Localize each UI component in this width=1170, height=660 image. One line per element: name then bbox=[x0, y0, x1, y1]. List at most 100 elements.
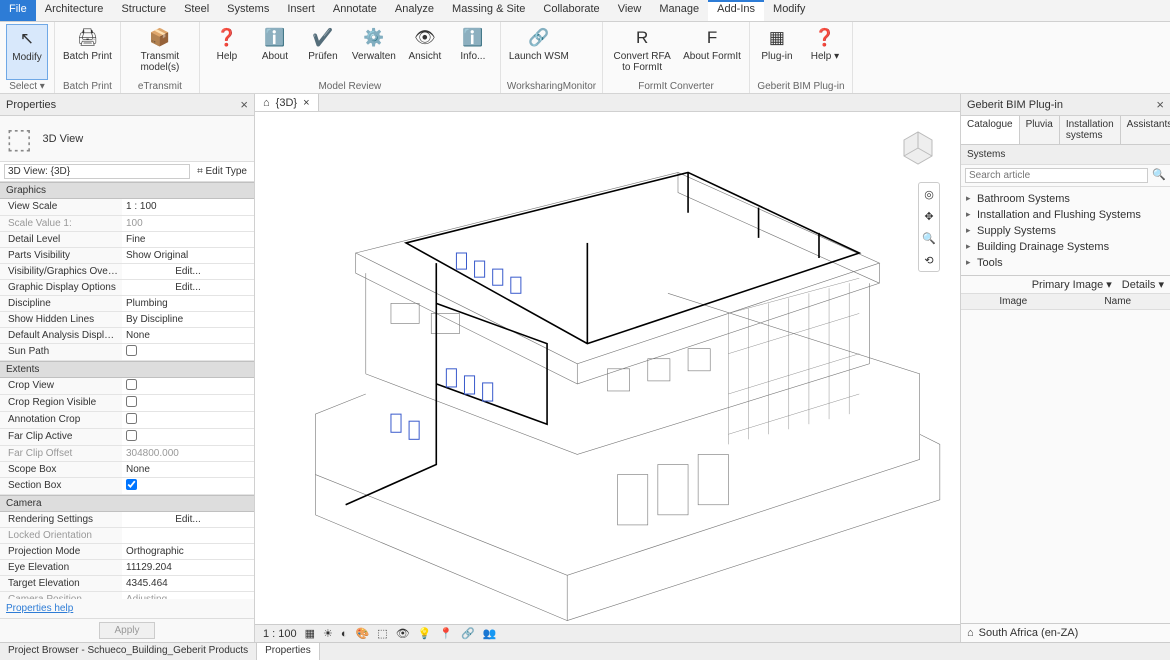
prop-value[interactable]: Show Original bbox=[122, 247, 254, 263]
prop-value[interactable]: Adjusting bbox=[122, 592, 254, 600]
pan-icon[interactable]: ✥ bbox=[924, 210, 933, 223]
ribbon-convert-rfa-to-formit[interactable]: RConvert RFA to FormIt bbox=[609, 24, 675, 80]
tree-bathroom[interactable]: Bathroom Systems bbox=[963, 191, 1168, 207]
nav-bar[interactable]: ◎ ✥ 🔍 ⟲ bbox=[918, 182, 940, 272]
ribbon-icon: ❓ bbox=[213, 26, 241, 50]
tab-systems[interactable]: Systems bbox=[218, 0, 278, 21]
tab-architecture[interactable]: Architecture bbox=[36, 0, 113, 21]
tab-pluvia[interactable]: Pluvia bbox=[1020, 116, 1060, 144]
prop-value[interactable]: Edit... bbox=[122, 263, 254, 279]
ribbon-verwalten[interactable]: ⚙️Verwalten bbox=[350, 24, 398, 80]
home-icon: ⌂ bbox=[263, 97, 270, 109]
tab-modify[interactable]: Modify bbox=[764, 0, 814, 21]
close-icon[interactable]: × bbox=[303, 97, 309, 109]
prop-value[interactable] bbox=[122, 343, 254, 360]
tab-analyze[interactable]: Analyze bbox=[386, 0, 443, 21]
ribbon-help[interactable]: ❓Help bbox=[206, 24, 248, 80]
ribbon-group-label: Model Review bbox=[206, 80, 494, 93]
prop-value[interactable]: Plumbing bbox=[122, 295, 254, 311]
tab-manage[interactable]: Manage bbox=[650, 0, 708, 21]
primary-image-dropdown[interactable]: Primary Image ▾ bbox=[1032, 278, 1112, 291]
prop-value[interactable]: Orthographic bbox=[122, 544, 254, 560]
ribbon-pr-fen[interactable]: ✔️Prüfen bbox=[302, 24, 344, 80]
ribbon-group-label: Select ▾ bbox=[6, 80, 48, 93]
ribbon-label: Ansicht bbox=[408, 51, 441, 62]
tab-steel[interactable]: Steel bbox=[175, 0, 218, 21]
tab-assistants[interactable]: Assistants bbox=[1121, 116, 1170, 144]
prop-value[interactable] bbox=[122, 428, 254, 445]
tab-massing[interactable]: Massing & Site bbox=[443, 0, 534, 21]
view-cube[interactable] bbox=[894, 122, 942, 170]
ribbon-help-[interactable]: ❓Help ▾ bbox=[804, 24, 846, 80]
tree-installation[interactable]: Installation and Flushing Systems bbox=[963, 207, 1168, 223]
tree-drainage[interactable]: Building Drainage Systems bbox=[963, 239, 1168, 255]
ribbon-about[interactable]: ℹ️About bbox=[254, 24, 296, 80]
prop-value[interactable] bbox=[122, 378, 254, 395]
search-input[interactable] bbox=[965, 168, 1148, 183]
prop-value[interactable]: None bbox=[122, 327, 254, 343]
prop-section[interactable]: Camera bbox=[0, 495, 254, 512]
prop-section[interactable]: Extents bbox=[0, 361, 254, 378]
prop-value[interactable]: None bbox=[122, 461, 254, 477]
ribbon-plug-in[interactable]: ▦Plug-in bbox=[756, 24, 798, 80]
tab-addins[interactable]: Add-Ins bbox=[708, 0, 764, 21]
tab-insert[interactable]: Insert bbox=[278, 0, 324, 21]
ribbon-batch-print[interactable]: 🖨Batch Print bbox=[61, 24, 114, 80]
steering-wheel-icon[interactable]: ◎ bbox=[924, 188, 934, 201]
ribbon-transmit-model-s-[interactable]: 📦Transmit model(s) bbox=[127, 24, 193, 80]
tab-collaborate[interactable]: Collaborate bbox=[534, 0, 608, 21]
tab-annotate[interactable]: Annotate bbox=[324, 0, 386, 21]
tab-properties-bottom[interactable]: Properties bbox=[257, 643, 320, 660]
search-icon[interactable]: 🔍 bbox=[1152, 168, 1166, 183]
prop-value[interactable]: 11129.204 bbox=[122, 560, 254, 576]
tab-file[interactable]: File bbox=[0, 0, 36, 21]
tab-installation[interactable]: Installation systems bbox=[1060, 116, 1121, 144]
properties-help-link[interactable]: Properties help bbox=[0, 599, 254, 618]
close-icon[interactable]: × bbox=[1156, 97, 1164, 112]
prop-value[interactable]: 4345.464 bbox=[122, 576, 254, 592]
ribbon-about-formit[interactable]: FAbout FormIt bbox=[681, 24, 743, 80]
ribbon: ↖ModifySelect ▾🖨Batch PrintBatch Print📦T… bbox=[0, 22, 1170, 94]
ribbon-modify[interactable]: ↖Modify bbox=[6, 24, 48, 80]
prop-value[interactable]: 1 : 100 bbox=[122, 199, 254, 215]
properties-panel: Properties × ⬚ 3D View ⌗ Edit Type Graph… bbox=[0, 94, 255, 642]
tab-catalogue[interactable]: Catalogue bbox=[961, 116, 1020, 144]
prop-key: Crop Region Visible bbox=[0, 394, 122, 411]
prop-value[interactable]: Edit... bbox=[122, 279, 254, 295]
ribbon-info-[interactable]: ℹ️Info... bbox=[452, 24, 494, 80]
view-tab-label: {3D} bbox=[276, 97, 297, 109]
tab-structure[interactable]: Structure bbox=[112, 0, 175, 21]
tree-supply[interactable]: Supply Systems bbox=[963, 223, 1168, 239]
zoom-icon[interactable]: 🔍 bbox=[922, 232, 936, 245]
prop-value[interactable]: Fine bbox=[122, 231, 254, 247]
prop-value[interactable]: 304800.000 bbox=[122, 445, 254, 461]
tree-tools[interactable]: Tools bbox=[963, 255, 1168, 271]
region-selector[interactable]: ⌂ South Africa (en-ZA) bbox=[961, 623, 1170, 642]
details-dropdown[interactable]: Details ▾ bbox=[1122, 278, 1164, 291]
edit-type-button[interactable]: ⌗ Edit Type bbox=[194, 165, 250, 178]
orbit-icon[interactable]: ⟲ bbox=[924, 254, 933, 267]
prop-value[interactable]: 100 bbox=[122, 215, 254, 231]
ribbon-group-label: FormIt Converter bbox=[609, 80, 743, 93]
prop-value[interactable] bbox=[122, 477, 254, 494]
ribbon-ansicht[interactable]: 👁Ansicht bbox=[404, 24, 446, 80]
prop-value[interactable] bbox=[122, 411, 254, 428]
prop-key: Camera Position bbox=[0, 592, 122, 600]
view-name-input[interactable] bbox=[4, 164, 190, 179]
3d-canvas[interactable]: ◎ ✥ 🔍 ⟲ bbox=[255, 112, 960, 624]
prop-value[interactable] bbox=[122, 528, 254, 544]
prop-value[interactable]: By Discipline bbox=[122, 311, 254, 327]
close-icon[interactable]: × bbox=[240, 97, 248, 112]
prop-value[interactable]: Edit... bbox=[122, 512, 254, 528]
view-tab-3d[interactable]: ⌂ {3D} × bbox=[255, 94, 319, 111]
prop-key: Scale Value 1: bbox=[0, 215, 122, 231]
tab-view[interactable]: View bbox=[609, 0, 651, 21]
ribbon-label: Prüfen bbox=[308, 51, 337, 62]
prop-value[interactable] bbox=[122, 394, 254, 411]
ribbon-launch-wsm[interactable]: 🔗Launch WSM bbox=[507, 24, 571, 80]
prop-section[interactable]: Graphics bbox=[0, 182, 254, 199]
apply-button[interactable]: Apply bbox=[99, 622, 154, 639]
tab-project-browser[interactable]: Project Browser - Schueco_Building_Geber… bbox=[0, 643, 257, 660]
prop-key: Projection Mode bbox=[0, 544, 122, 560]
prop-key: Far Clip Offset bbox=[0, 445, 122, 461]
